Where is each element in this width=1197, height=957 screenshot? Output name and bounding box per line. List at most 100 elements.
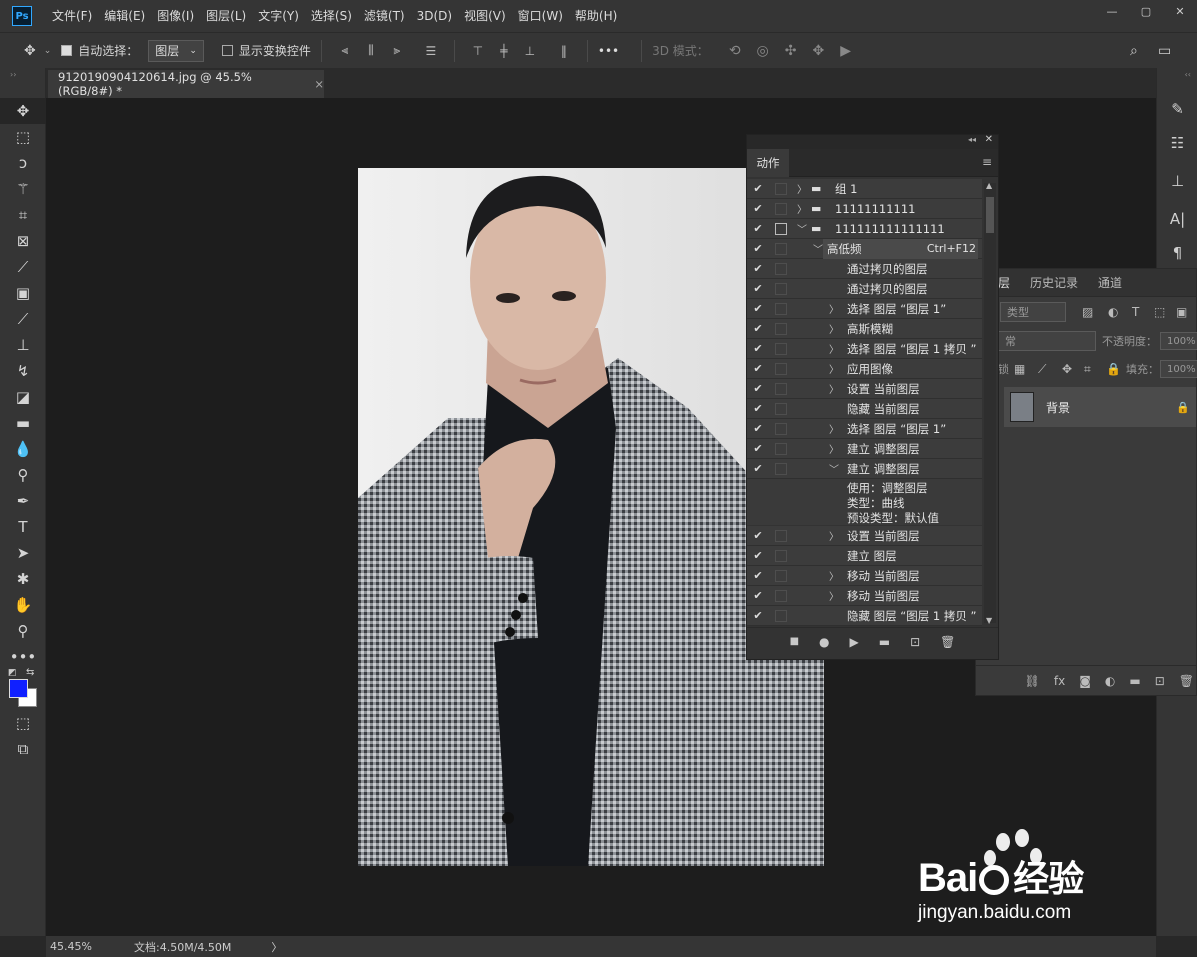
chevron-right-icon[interactable]: 〉 [829,361,839,376]
dialog-toggle-box[interactable] [775,242,787,255]
blend-mode-dropdown[interactable]: 常 [998,331,1096,351]
action-row[interactable]: ✔ 〉选择 图层 “图层 1” [747,419,982,439]
new-layer-icon[interactable]: ⊡ [1155,674,1165,688]
lock-artboard-icon[interactable]: ⌗ [1084,362,1091,377]
action-row[interactable]: ✔ 〉高斯模糊 [747,319,982,339]
pan-3d-icon[interactable]: ✣ [785,43,797,59]
action-toggle-check-icon[interactable]: ✔ [747,382,769,395]
collapse-panel-icon[interactable]: ◂◂ [968,135,976,144]
opacity-input[interactable]: 100% [1160,332,1197,350]
status-menu-arrow[interactable]: 〉 [271,939,282,955]
tab-history[interactable]: 历史记录 [1030,274,1078,291]
align-right-icon[interactable]: ⫸ [386,43,408,58]
filter-smart-object-icon[interactable]: ▣ [1176,305,1187,319]
dialog-toggle-box[interactable] [775,589,787,602]
chevron-right-icon[interactable]: 〉 [829,528,839,543]
slide-3d-icon[interactable]: ✥ [813,43,825,59]
scrollbar-thumb[interactable] [986,197,994,233]
screen-mode-icon[interactable]: ⧉ [0,736,46,762]
chevron-right-icon[interactable]: 〉 [829,321,839,336]
chevron-right-icon[interactable]: 〉 [829,381,839,396]
action-toggle-check-icon[interactable]: ✔ [747,402,769,415]
minimize-button[interactable]: — [1095,0,1129,22]
fill-input[interactable]: 100% [1160,360,1197,378]
dialog-toggle-box[interactable] [775,282,787,295]
dialog-toggle-icon[interactable] [775,222,787,235]
auto-select-checkbox[interactable] [61,45,73,56]
action-row[interactable]: ✔ 〉移动 当前图层 [747,566,982,586]
blur-tool-icon[interactable]: 💧 [0,436,46,462]
menu-item-image[interactable]: 图像(I) [151,0,200,32]
dialog-toggle-box[interactable] [775,302,787,315]
dodge-tool-icon[interactable]: ⚲ [0,462,46,488]
action-row[interactable]: ✔ 通过拷贝的图层 [747,279,982,299]
filter-type-icon[interactable]: T [1132,305,1139,319]
chevron-down-icon[interactable]: ﹀ [797,221,807,236]
action-row[interactable]: ✔ 〉移动 当前图层 [747,586,982,606]
dialog-toggle-box[interactable] [775,202,787,215]
menu-item-layer[interactable]: 图层(L) [200,0,252,32]
brush-settings-icon[interactable]: ✎ [1157,92,1197,126]
layer-row-background[interactable]: 背景 🔒 [1004,387,1196,427]
menu-item-edit[interactable]: 编辑(E) [98,0,151,32]
chevron-right-icon[interactable]: 〉 [829,421,839,436]
chevron-right-icon[interactable]: 〉 [829,301,839,316]
close-panel-icon[interactable]: ✕ [985,134,993,145]
chevron-right-icon[interactable]: 〉 [797,181,807,196]
collapse-toolbar-icon[interactable]: ›› [0,68,45,98]
action-row[interactable]: ✔ ﹀ 高低频 Ctrl+F12 [747,238,982,259]
eyedropper-tool-icon[interactable]: ⟋ [0,254,46,280]
chevron-down-icon[interactable]: ﹀ [813,241,823,256]
record-icon[interactable]: ● [819,635,829,649]
history-brush-tool-icon[interactable]: ↯ [0,358,46,384]
align-top-icon[interactable]: ⊤ [467,44,489,58]
action-toggle-check-icon[interactable]: ✔ [747,422,769,435]
move-tool-icon[interactable]: ✥ [24,43,36,59]
action-toggle-check-icon[interactable]: ✔ [747,589,769,602]
chevron-right-icon[interactable]: 〉 [797,201,807,216]
tool-preset-chevron-icon[interactable]: ⌄ [44,46,52,56]
action-toggle-check-icon[interactable]: ✔ [747,529,769,542]
zoom-level[interactable]: 45.45% [50,940,134,953]
action-toggle-check-icon[interactable]: ✔ [747,322,769,335]
marquee-tool-icon[interactable]: ⬚ [0,124,46,150]
menu-item-file[interactable]: 文件(F) [46,0,98,32]
action-row[interactable]: ✔ 〉建立 调整图层 [747,439,982,459]
action-toggle-check-icon[interactable]: ✔ [747,462,769,475]
hand-tool-icon[interactable]: ✋ [0,592,46,618]
camera-3d-icon[interactable]: ▶ [840,43,851,59]
link-layers-icon[interactable]: ⛓ [1025,674,1040,688]
action-toggle-check-icon[interactable]: ✔ [747,202,769,215]
action-row[interactable]: ✔ 〉 ▬ 11111111111 [747,199,982,219]
lock-transparent-icon[interactable]: ▦ [1014,362,1025,376]
dialog-toggle-box[interactable] [775,569,787,582]
brush-tool-icon[interactable]: ⟋ [0,306,46,332]
quick-mask-icon[interactable]: ⬚ [0,710,46,736]
tab-channels[interactable]: 通道 [1098,274,1122,291]
dialog-toggle-box[interactable] [775,382,787,395]
new-action-icon[interactable]: ⊡ [910,635,920,649]
gradient-tool-icon[interactable]: ▬ [0,410,46,436]
action-toggle-check-icon[interactable]: ✔ [747,442,769,455]
filter-pixel-icon[interactable]: ▨ [1082,305,1093,319]
action-toggle-check-icon[interactable]: ✔ [747,182,769,195]
lasso-tool-icon[interactable]: ↄ [0,150,46,176]
new-set-icon[interactable]: ▬ [879,635,890,649]
menu-item-filter[interactable]: 滤镜(T) [358,0,411,32]
lock-position-icon[interactable]: ✥ [1062,362,1072,376]
action-toggle-check-icon[interactable]: ✔ [747,569,769,582]
search-icon[interactable]: ⌕ [1130,43,1138,59]
lock-image-icon[interactable]: ⟋ [1038,362,1046,377]
action-toggle-check-icon[interactable]: ✔ [747,222,769,235]
action-row[interactable]: ✔ 〉 ▬ 组 1 [747,179,982,199]
menu-item-type[interactable]: 文字(Y) [252,0,305,32]
action-row[interactable]: ✔ 建立 图层 [747,546,982,566]
roll-3d-icon[interactable]: ◎ [757,43,769,59]
magic-wand-tool-icon[interactable]: ⚚ [0,176,46,202]
paragraph-panel-icon[interactable]: ¶ [1157,236,1197,270]
action-toggle-check-icon[interactable]: ✔ [747,362,769,375]
chevron-down-icon[interactable]: ﹀ [829,461,839,476]
action-toggle-check-icon[interactable]: ✔ [747,242,769,255]
chevron-right-icon[interactable]: 〉 [829,441,839,456]
delete-layer-icon[interactable]: 🗑 [1179,674,1194,688]
